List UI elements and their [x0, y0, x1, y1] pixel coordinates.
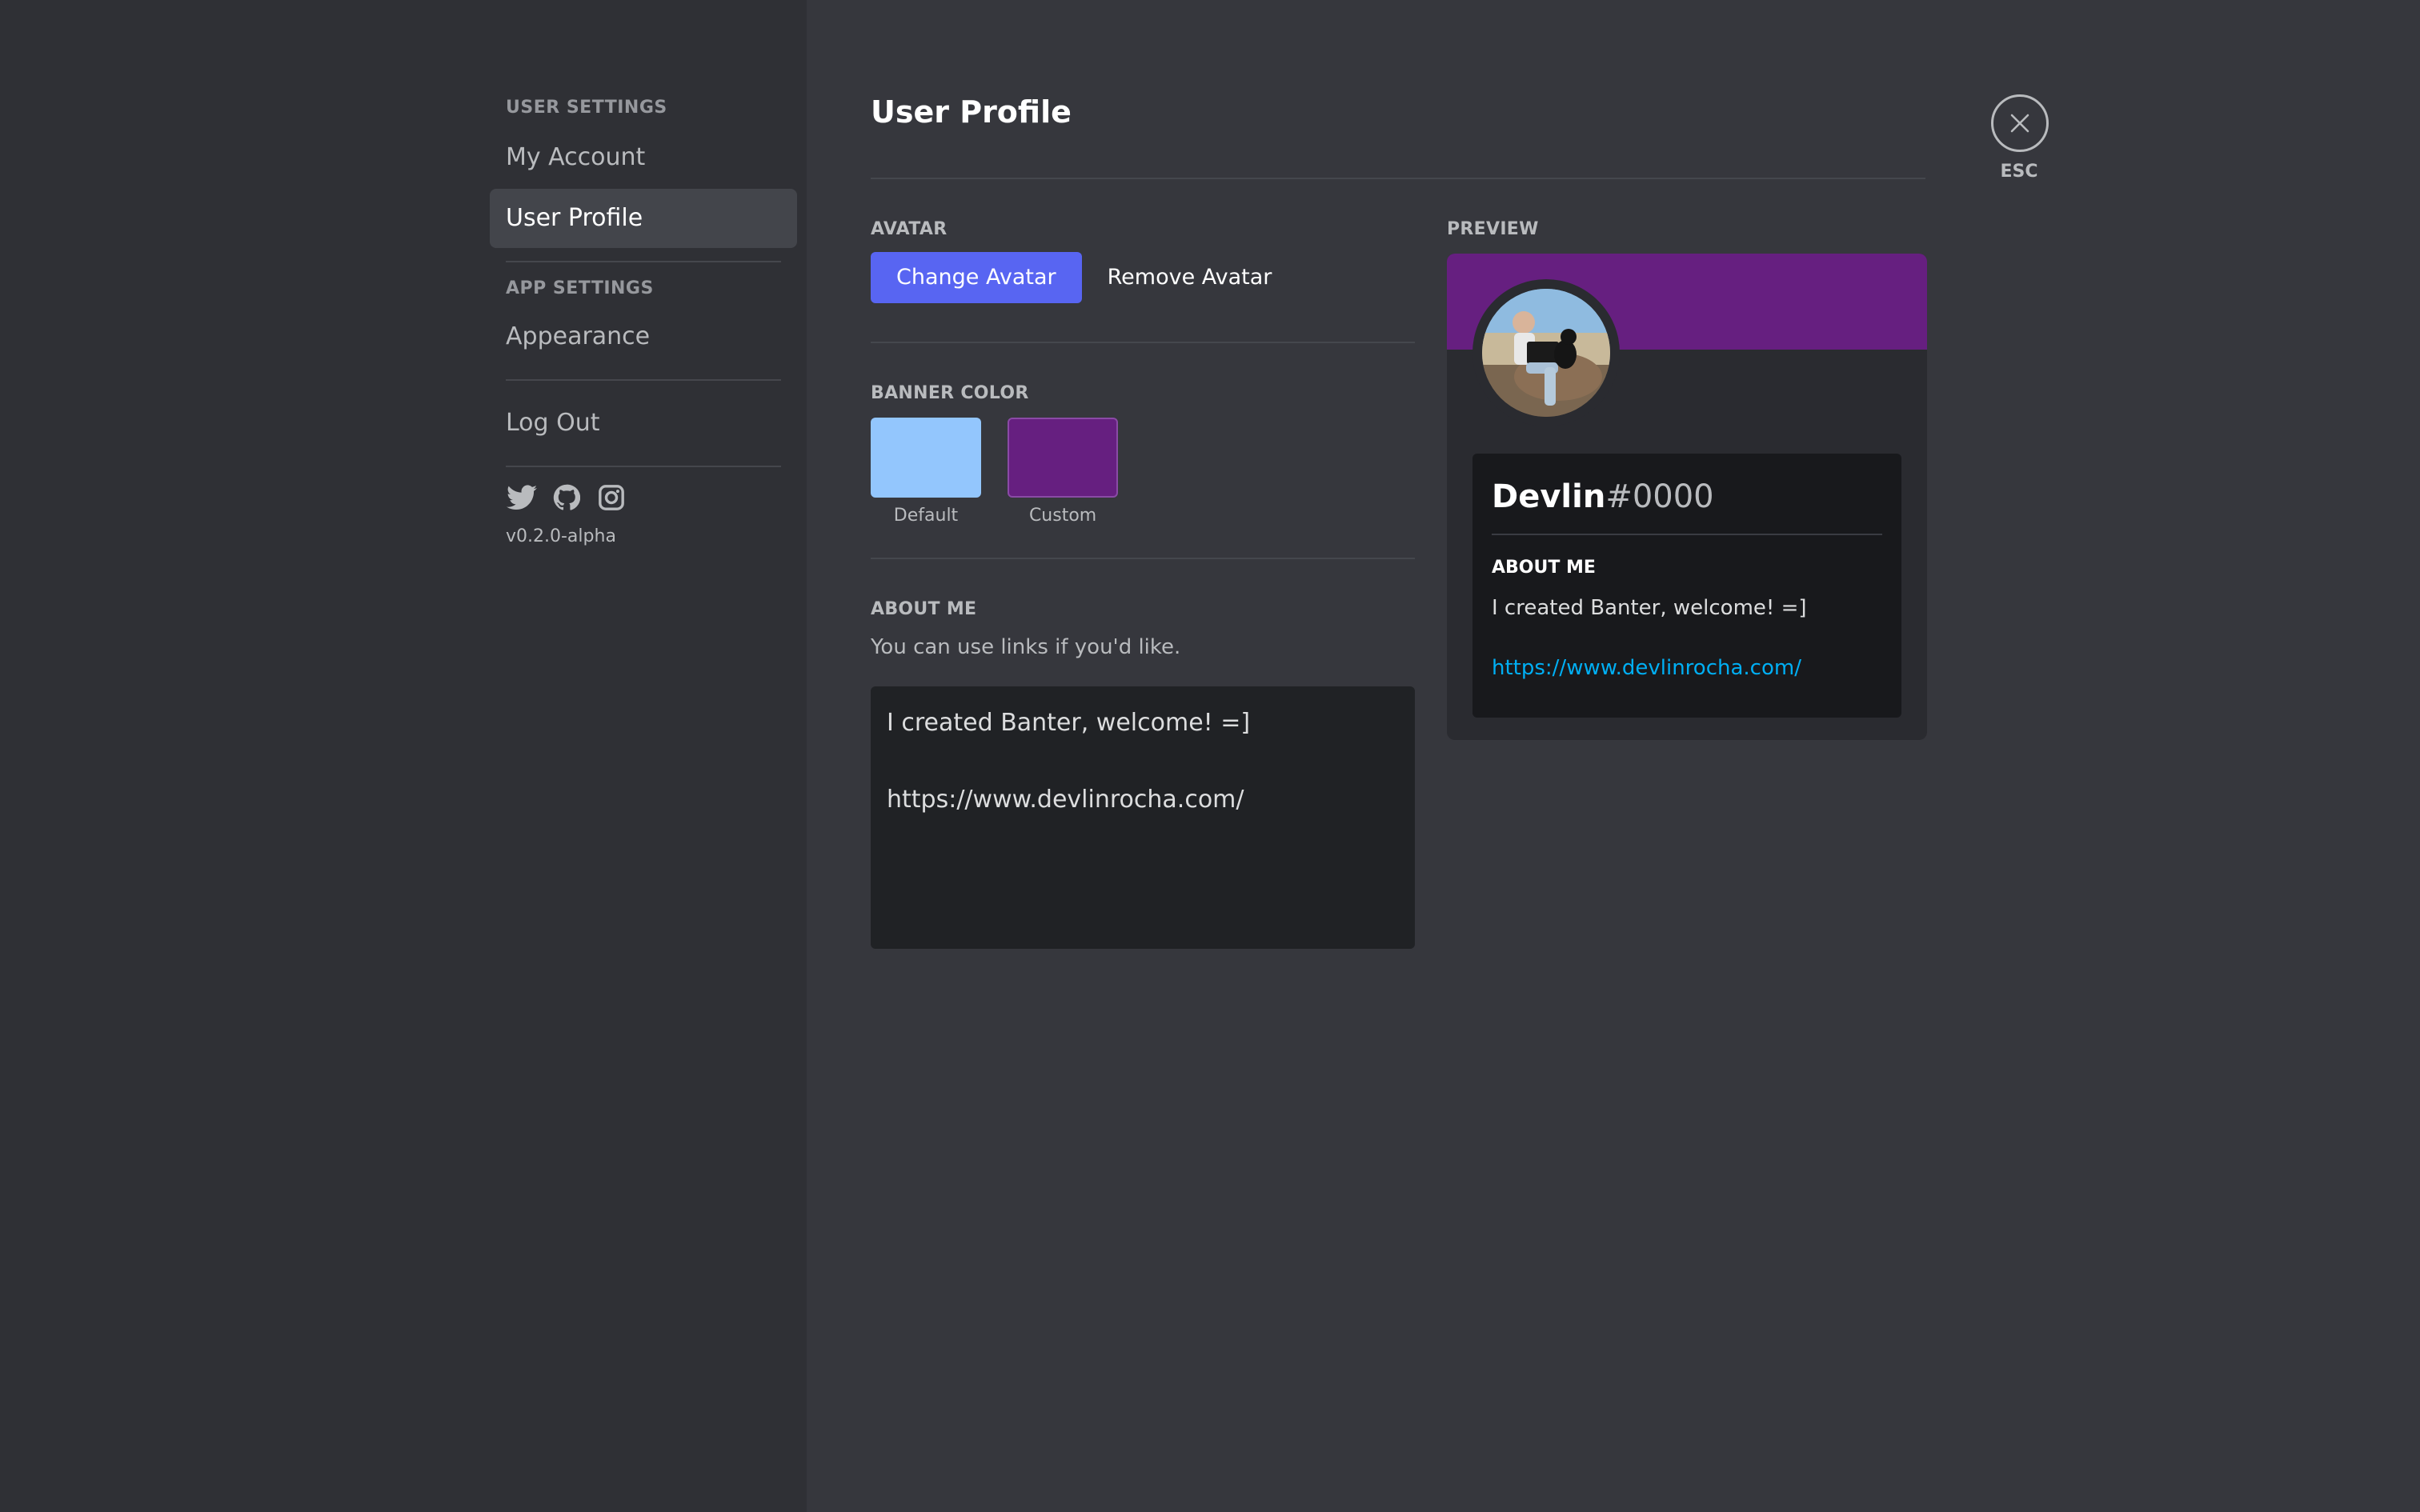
preview-about-text: I created Banter, welcome! =]: [1492, 596, 1807, 620]
settings-sidebar: USER SETTINGS My Account User Profile AP…: [0, 0, 807, 1512]
close-button[interactable]: [1991, 94, 2049, 152]
about-me-hint: You can use links if you'd like.: [871, 635, 1181, 659]
sidebar-divider: [506, 261, 781, 262]
profile-preview: PREVIEW Devlin#0000 ABOUT ME I created B…: [1447, 216, 1927, 740]
esc-label: ESC: [2000, 162, 2038, 182]
remove-avatar-button[interactable]: Remove Avatar: [1082, 252, 1298, 303]
instagram-icon[interactable]: [595, 482, 627, 514]
version-text: v0.2.0-alpha: [506, 526, 616, 546]
profile-divider: [1492, 534, 1882, 535]
github-icon[interactable]: [551, 482, 583, 514]
avatar-actions: Change Avatar Remove Avatar: [871, 252, 1415, 303]
logout-button[interactable]: Log Out: [490, 394, 797, 453]
twitter-icon[interactable]: [506, 482, 538, 514]
banner-color-swatches: Default Custom: [871, 418, 1415, 526]
default-color-swatch[interactable]: [871, 418, 981, 498]
close-control: ESC: [1991, 94, 2049, 182]
page-title: User Profile: [871, 94, 1072, 130]
close-icon: [2008, 111, 2032, 135]
sidebar-item-user-profile[interactable]: User Profile: [490, 189, 797, 248]
preview-about-link[interactable]: https://www.devlinrocha.com/: [1492, 656, 1882, 680]
app-settings-heading: APP SETTINGS: [506, 278, 654, 298]
swatch-label: Default: [893, 506, 959, 526]
avatar-section-label: AVATAR: [871, 219, 948, 239]
sidebar-item-appearance[interactable]: Appearance: [490, 307, 797, 366]
banner-color-label: BANNER COLOR: [871, 383, 1029, 403]
sidebar-divider: [506, 466, 781, 467]
custom-color-swatch[interactable]: [1008, 418, 1119, 498]
profile-info-box: Devlin#0000 ABOUT ME I created Banter, w…: [1472, 454, 1901, 718]
about-me-label: ABOUT ME: [871, 599, 977, 619]
section-divider: [871, 342, 1415, 343]
social-links: [490, 480, 797, 515]
section-divider: [871, 558, 1415, 559]
change-avatar-button[interactable]: Change Avatar: [871, 252, 1082, 303]
username-tag: #0000: [1605, 478, 1714, 515]
user-settings-heading: USER SETTINGS: [506, 98, 667, 118]
sidebar-item-my-account[interactable]: My Account: [490, 128, 797, 187]
title-divider: [871, 178, 1925, 179]
avatar: [1482, 289, 1610, 417]
username-text: Devlin: [1492, 478, 1606, 515]
swatch-custom: Custom: [1008, 418, 1119, 526]
sidebar-nav: USER SETTINGS My Account User Profile AP…: [490, 94, 797, 546]
preview-card: Devlin#0000 ABOUT ME I created Banter, w…: [1447, 254, 1927, 740]
swatch-label: Custom: [1028, 506, 1097, 526]
avatar-ring: [1472, 279, 1620, 426]
preview-about-label: ABOUT ME: [1492, 558, 1596, 578]
sidebar-divider: [506, 379, 781, 381]
preview-username: Devlin#0000: [1492, 471, 1882, 522]
preview-label: PREVIEW: [1447, 219, 1539, 239]
profile-editor: AVATAR Change Avatar Remove Avatar BANNER…: [871, 216, 1415, 949]
swatch-default: Default: [871, 418, 981, 526]
about-me-textarea[interactable]: I created Banter, welcome! =] https://ww…: [871, 686, 1415, 949]
